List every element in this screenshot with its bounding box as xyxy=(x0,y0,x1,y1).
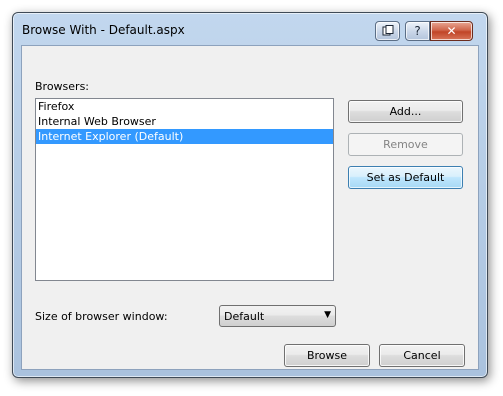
title-bar[interactable]: Browse With - Default.aspx ? ✕ xyxy=(13,13,487,45)
add-button[interactable]: Add... xyxy=(348,100,463,123)
list-item-internal-web-browser[interactable]: Internal Web Browser xyxy=(36,114,333,129)
window-size-label: Size of browser window: xyxy=(35,310,168,323)
browsers-list[interactable]: Firefox Internal Web Browser Internet Ex… xyxy=(35,98,334,281)
list-item-firefox[interactable]: Firefox xyxy=(36,99,333,114)
cancel-button[interactable]: Cancel xyxy=(379,344,465,367)
window-size-select[interactable]: Default ▼ xyxy=(219,305,336,327)
window-title: Browse With - Default.aspx xyxy=(22,23,185,37)
browsers-label: Browsers: xyxy=(35,80,90,93)
copy-icon xyxy=(382,25,393,36)
window-size-value: Default xyxy=(224,310,265,323)
browse-button[interactable]: Browse xyxy=(284,344,370,367)
close-button[interactable]: ✕ xyxy=(430,21,473,41)
set-as-default-button[interactable]: Set as Default xyxy=(348,166,463,189)
help-button[interactable]: ? xyxy=(405,21,430,41)
browse-with-dialog: Browse With - Default.aspx ? ✕ Browsers:… xyxy=(12,12,488,378)
chevron-down-icon: ▼ xyxy=(324,310,331,320)
copy-button[interactable] xyxy=(375,21,400,41)
close-icon: ✕ xyxy=(446,24,457,38)
list-item-internet-explorer[interactable]: Internet Explorer (Default) xyxy=(36,129,333,144)
dialog-content: Browsers: Firefox Internal Web Browser I… xyxy=(21,45,479,370)
help-icon: ? xyxy=(414,24,421,38)
remove-button[interactable]: Remove xyxy=(348,133,463,156)
